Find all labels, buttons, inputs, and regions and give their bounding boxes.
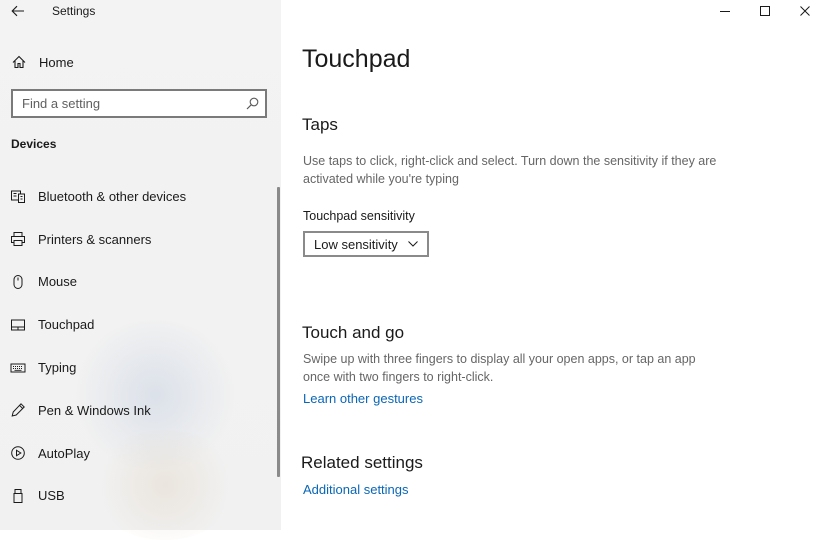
learn-gestures-link[interactable]: Learn other gestures <box>303 391 423 406</box>
sensitivity-label: Touchpad sensitivity <box>303 209 415 223</box>
sidebar-item-label: Pen & Windows Ink <box>38 402 151 418</box>
taps-description: Use taps to click, right-click and selec… <box>303 154 717 186</box>
sensitivity-value: Low sensitivity <box>314 236 398 252</box>
window-controls <box>705 0 825 22</box>
app-title: Settings <box>52 4 96 18</box>
minimize-icon <box>720 11 730 12</box>
sidebar-item-label: AutoPlay <box>38 445 91 461</box>
keyboard-icon <box>10 363 26 373</box>
additional-settings-link[interactable]: Additional settings <box>303 482 409 497</box>
sidebar-item-autoplay[interactable]: AutoPlay <box>0 432 270 475</box>
touch-and-go-heading: Touch and go <box>302 323 405 342</box>
sidebar-item-printers[interactable]: Printers & scanners <box>0 218 270 261</box>
sidebar-scrollbar[interactable] <box>277 187 280 477</box>
sidebar-item-label: Printers & scanners <box>38 231 152 247</box>
chevron-down-icon <box>407 241 418 247</box>
sidebar-item-mouse[interactable]: Mouse <box>0 261 270 304</box>
usb-icon <box>13 488 23 503</box>
maximize-icon <box>760 6 770 16</box>
bluetooth-devices-icon <box>11 190 25 204</box>
sidebar-item-label: Typing <box>38 360 77 376</box>
mouse-icon <box>13 274 23 289</box>
touch-and-go-description: Swipe up with three fingers to display a… <box>303 352 696 384</box>
search-box[interactable] <box>11 89 267 118</box>
search-icon[interactable] <box>246 97 259 110</box>
minimize-button[interactable] <box>705 0 745 22</box>
sidebar-item-label: Bluetooth & other devices <box>38 188 187 204</box>
page-title: Touchpad <box>302 45 411 73</box>
sidebar-item-label: Mouse <box>38 274 78 290</box>
sidebar: Settings Home Devices Bluetooth & other … <box>0 0 281 540</box>
touchpad-icon <box>11 319 25 331</box>
sidebar-item-touchpad[interactable]: Touchpad <box>0 303 270 346</box>
close-button[interactable] <box>785 0 825 22</box>
pen-icon <box>11 403 25 418</box>
sidebar-item-label: USB <box>38 488 65 504</box>
sensitivity-dropdown[interactable]: Low sensitivity <box>303 231 429 257</box>
autoplay-icon <box>11 446 25 460</box>
sidebar-item-home[interactable]: Home <box>0 47 281 77</box>
sidebar-item-usb[interactable]: USB <box>0 475 270 518</box>
search-input[interactable] <box>13 91 232 116</box>
sidebar-item-label: Touchpad <box>38 317 95 333</box>
sidebar-item-label: Home <box>39 54 74 70</box>
sidebar-item-bluetooth[interactable]: Bluetooth & other devices <box>0 175 270 218</box>
maximize-button[interactable] <box>745 0 785 22</box>
back-arrow-icon <box>11 5 24 17</box>
home-icon <box>12 55 26 69</box>
sidebar-item-typing[interactable]: Typing <box>0 346 270 389</box>
printer-icon <box>11 232 25 247</box>
taps-heading: Taps <box>302 115 338 134</box>
section-label-devices: Devices <box>11 137 57 151</box>
close-icon <box>800 6 810 16</box>
sidebar-item-pen[interactable]: Pen & Windows Ink <box>0 389 270 432</box>
related-settings-heading: Related settings <box>301 453 423 472</box>
sidebar-nav: Bluetooth & other devices Printers & sca… <box>0 175 270 517</box>
back-button[interactable] <box>8 1 28 21</box>
